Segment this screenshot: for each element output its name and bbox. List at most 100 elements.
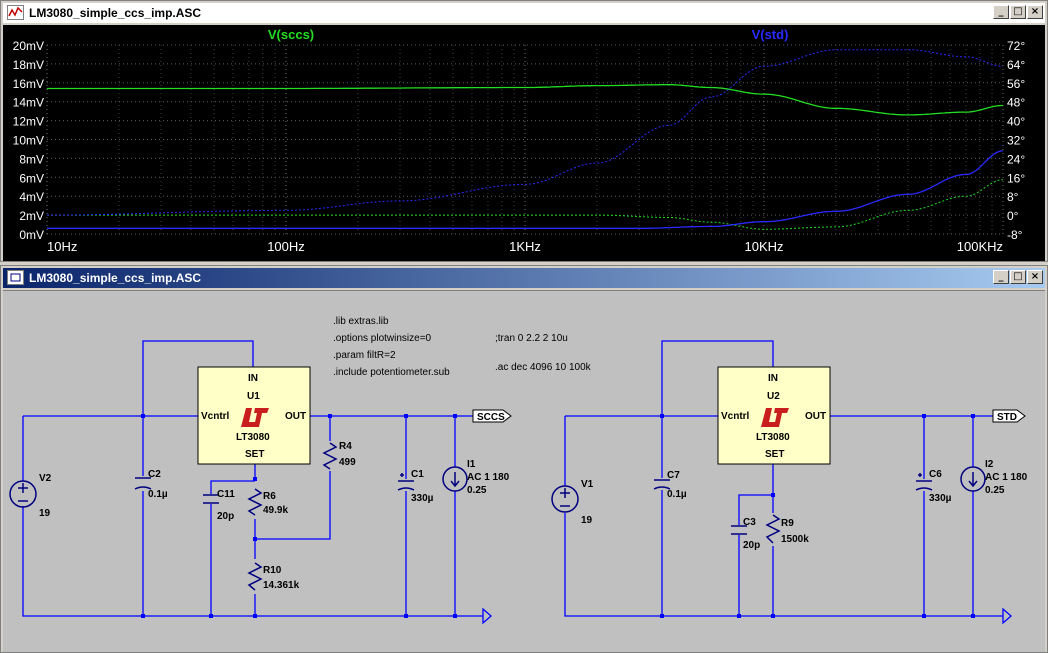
left-tick-label: 10mV [13,134,44,148]
schematic-drawing[interactable]: .w { stroke: #0000ff; stroke-width: 1.3;… [3,291,1045,653]
right-tick-label: 0° [1007,209,1019,223]
right-tick-label: 72° [1007,39,1025,53]
v1-value: 19 [581,515,593,526]
capacitor-c7[interactable]: C7 0.1µ [653,470,687,500]
capacitor-c6[interactable]: C6 330µ [915,469,952,504]
x-tick-label: 10Hz [47,239,77,254]
voltage-source-v2[interactable]: V2 19 [9,473,52,519]
directive-lib[interactable]: .lib extras.lib [333,316,389,327]
maximize-button[interactable]: □ [1010,270,1026,284]
close-button[interactable]: × [1027,270,1043,284]
r9-ref: R9 [781,518,794,529]
i1-ref: I1 [467,459,476,470]
capacitor-c11[interactable]: C11 20p [203,489,235,522]
i1-value-dc: 0.25 [467,485,487,496]
r9-value: 1500k [781,534,809,545]
i2-value-dc: 0.25 [985,485,1005,496]
resistor-r4[interactable]: R4 499 [322,441,356,470]
right-tick-label: 40° [1007,115,1025,129]
schematic-window: LM3080_simple_ccs_imp.ASC _ □ × .w { str… [0,265,1048,653]
c7-value: 0.1µ [667,489,687,500]
right-tick-label: 64° [1007,58,1025,72]
waveform-icon [7,5,24,20]
c3-ref: C3 [743,517,756,528]
schematic-titlebar[interactable]: LM3080_simple_ccs_imp.ASC _ □ × [3,268,1045,288]
c3-value: 20p [743,540,760,551]
right-tick-label: 56° [1007,77,1025,91]
x-tick-label: 1KHz [509,239,541,254]
directive-ac[interactable]: .ac dec 4096 10 100k [495,362,592,373]
sccs-label: SCCS [477,412,505,423]
minimize-button[interactable]: _ [993,5,1009,19]
r10-value: 14.361k [263,580,300,591]
right-tick-label: 24° [1007,152,1025,166]
current-source-i2[interactable]: I2 AC 1 180 0.25 [960,459,1028,496]
r10-ref: R10 [263,565,282,576]
lt3080-u2[interactable]: IN U2 Vcntrl OUT LT3080 SET [717,366,831,465]
u1-pin-set: SET [245,449,264,460]
left-tick-label: 0mV [19,228,44,242]
u1-pin-out: OUT [285,411,306,422]
directive-include[interactable]: .include potentiometer.sub [333,367,450,378]
v2-value: 19 [39,508,51,519]
current-source-i1[interactable]: I1 AC 1 180 0.25 [442,459,510,496]
i2-ref: I2 [985,459,994,470]
capacitor-c2[interactable]: C2 0.1µ [134,469,168,500]
r4-value: 499 [339,457,356,468]
left-tick-label: 12mV [13,115,44,129]
right-circuit: IN U2 Vcntrl OUT LT3080 SET V1 19 C7 0.1… [551,340,1028,625]
r6-value: 49.9k [263,505,288,516]
resistor-r6[interactable]: R6 49.9k [247,488,288,516]
directive-tran[interactable]: ;tran 0 2.2 2 10u [495,333,568,344]
left-tick-label: 14mV [13,96,44,110]
waveform-plot[interactable]: 20mV 72° 18mV 64° 16mV 56° 14mV 48° 12mV 40° 10mV 3… [3,25,1045,261]
resistor-r10[interactable]: R10 14.361k [247,562,300,591]
schematic-window-title: LM3080_simple_ccs_imp.ASC [29,271,202,285]
spice-directives[interactable]: .lib extras.lib .options plotwinsize=0 .… [333,316,592,378]
directive-param[interactable]: .param filtR=2 [333,350,396,361]
u2-pin-in: IN [768,373,778,384]
directive-options[interactable]: .options plotwinsize=0 [333,333,432,344]
std-label: STD [997,412,1017,423]
net-label-std[interactable]: STD [992,409,1026,423]
right-tick-label: 32° [1007,134,1025,148]
left-tick-label: 16mV [13,77,44,91]
schematic-icon [7,270,24,285]
plot-titlebar[interactable]: LM3080_simple_ccs_imp.ASC _ □ × [3,3,1045,23]
u1-pin-vcntrl: Vcntrl [201,411,230,422]
right-tick-label: 8° [1007,190,1019,204]
v1-ref: V1 [581,479,594,490]
close-button[interactable]: × [1027,5,1043,19]
u1-part: LT3080 [236,432,270,443]
c6-value: 330µ [929,493,952,504]
capacitor-c3[interactable]: C3 20p [731,517,760,551]
plot-window: LM3080_simple_ccs_imp.ASC _ □ × 20mV 72° 1… [0,0,1048,262]
capacitor-c1[interactable]: C1 330µ [397,469,434,504]
voltage-source-v1[interactable]: V1 19 [551,479,594,526]
schematic-canvas[interactable]: .w { stroke: #0000ff; stroke-width: 1.3;… [3,290,1045,652]
minimize-button[interactable]: _ [993,270,1009,284]
c1-value: 330µ [411,493,434,504]
u2-pin-vcntrl: Vcntrl [721,411,750,422]
r6-ref: R6 [263,491,276,502]
resistor-r9[interactable]: R9 1500k [765,514,809,545]
maximize-button[interactable]: □ [1010,5,1026,19]
r4-ref: R4 [339,441,352,452]
x-tick-label: 10KHz [744,239,783,254]
left-tick-label: 20mV [13,39,44,53]
right-tick-label: -8° [1007,228,1023,242]
left-tick-label: 4mV [19,190,44,204]
u1-pin-in: IN [248,373,258,384]
c7-ref: C7 [667,470,680,481]
c2-value: 0.1µ [148,489,168,500]
right-tick-label: 48° [1007,96,1025,110]
net-label-sccs[interactable]: SCCS [472,409,512,423]
left-circuit: IN U1 Vcntrl OUT LT3080 SET V2 19 C2 0.1… [9,340,512,625]
c1-ref: C1 [411,469,424,480]
plot-window-title: LM3080_simple_ccs_imp.ASC [29,6,202,20]
lt3080-u1[interactable]: IN U1 Vcntrl OUT LT3080 SET [197,366,311,465]
c11-ref: C11 [217,489,235,500]
i1-value-ac: AC 1 180 [467,472,510,483]
waveform-chart[interactable]: 20mV 72° 18mV 64° 16mV 56° 14mV 48° 12mV 40° 10mV 3… [3,25,1045,261]
c6-ref: C6 [929,469,942,480]
